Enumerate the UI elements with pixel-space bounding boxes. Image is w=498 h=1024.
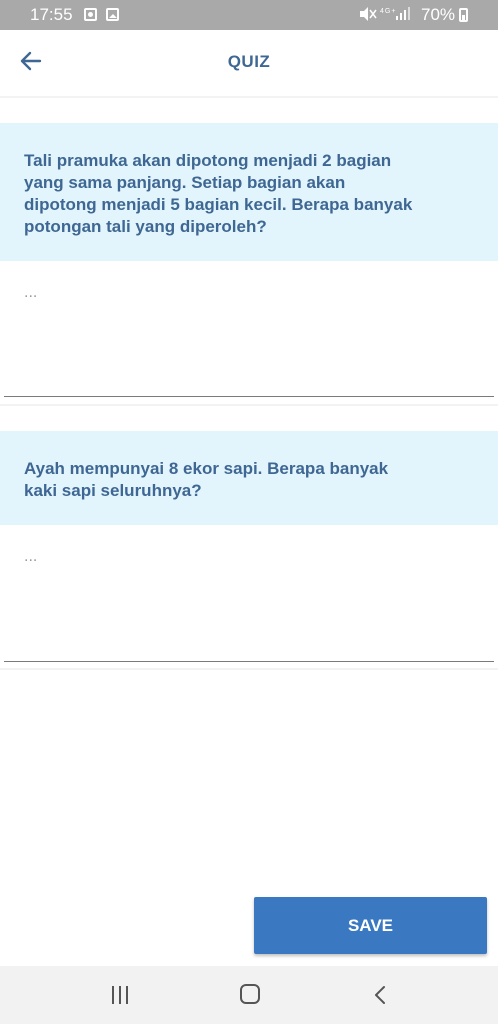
- divider: [0, 96, 498, 98]
- question-text: Tali pramuka akan dipotong menjadi 2 bag…: [24, 151, 413, 236]
- app-header: QUIZ: [0, 30, 498, 94]
- question-card-2: Ayah mempunyai 8 ekor sapi. Berapa banya…: [0, 431, 498, 525]
- answer-field-2[interactable]: [4, 526, 494, 662]
- notification-icon: [84, 8, 97, 21]
- status-time: 17:55: [30, 5, 73, 24]
- battery-icon: [459, 8, 468, 22]
- back-icon[interactable]: [372, 984, 388, 1006]
- divider: [0, 404, 498, 406]
- svg-text:4G+: 4G+: [380, 8, 396, 15]
- home-icon[interactable]: [240, 984, 260, 1004]
- system-nav-bar: [0, 966, 498, 1024]
- question-text: Ayah mempunyai 8 ekor sapi. Berapa banya…: [24, 459, 389, 500]
- signal-icons: 4G+: [358, 6, 414, 25]
- page-title: QUIZ: [227, 52, 271, 71]
- question-card-1: Tali pramuka akan dipotong menjadi 2 bag…: [0, 123, 498, 261]
- answer-field-1[interactable]: [4, 262, 494, 397]
- battery-percent: 70%: [421, 5, 456, 24]
- divider: [0, 668, 498, 670]
- recents-icon[interactable]: [109, 984, 131, 1006]
- save-button[interactable]: SAVE: [254, 897, 487, 954]
- status-bar: 17:55 4G+ 70%: [0, 0, 498, 30]
- gallery-icon: [106, 8, 119, 21]
- signal-icon: 4G+: [360, 7, 410, 21]
